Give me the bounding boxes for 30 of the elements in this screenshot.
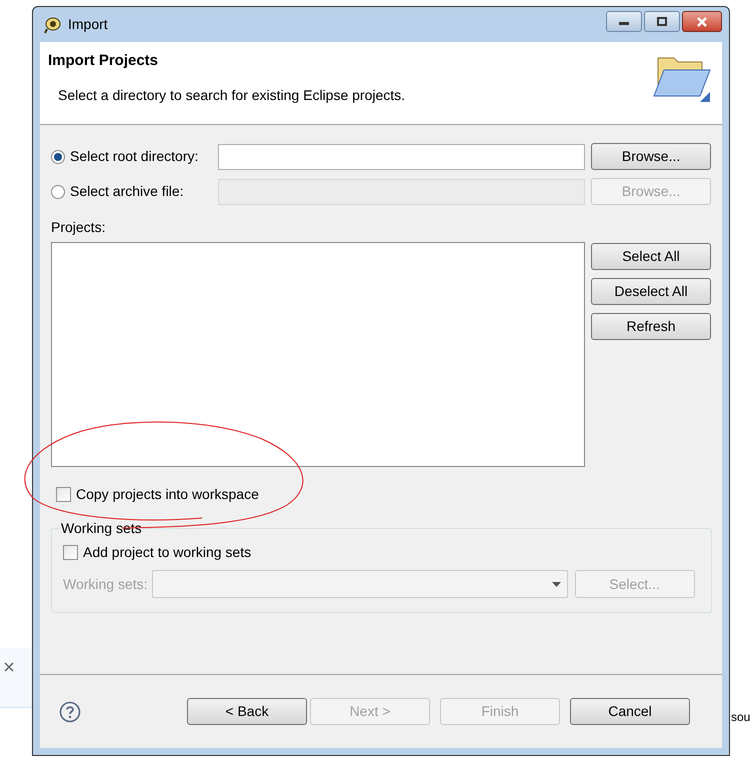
page-title: Import Projects xyxy=(48,51,160,71)
checkbox[interactable] xyxy=(63,545,78,560)
maximize-button[interactable] xyxy=(644,11,680,32)
input-field[interactable] xyxy=(218,144,586,170)
close-icon[interactable] xyxy=(4,662,14,672)
browse-button[interactable]: Browse... xyxy=(591,143,711,170)
checkbox[interactable] xyxy=(56,487,71,502)
field-label: Working sets: xyxy=(63,574,148,594)
dropdown-field[interactable] xyxy=(152,570,568,598)
close-button[interactable] xyxy=(682,11,722,32)
minimize-button[interactable] xyxy=(606,11,642,32)
checkbox-label: Copy projects into workspace xyxy=(76,485,259,504)
radio-button[interactable] xyxy=(51,184,65,198)
list-button[interactable]: Select All xyxy=(591,243,711,270)
radio-label: Select root directory: xyxy=(70,147,200,166)
list-button[interactable]: Refresh xyxy=(591,313,711,340)
help-icon[interactable] xyxy=(59,700,81,722)
wizard-button[interactable]: Cancel xyxy=(570,698,690,725)
close-icon xyxy=(696,16,708,26)
list-button[interactable]: Deselect All xyxy=(591,278,711,305)
dropdown-arrow-icon xyxy=(552,582,561,586)
page-description: Select a directory to search for existing Eclipse projects. xyxy=(58,86,406,105)
background-text: sou xyxy=(731,710,750,725)
checkbox-label: Add project to working sets xyxy=(83,543,252,562)
window-title: Import xyxy=(68,15,108,34)
wizard-button[interactable]: < Back xyxy=(187,698,307,725)
projects-label: Projects: xyxy=(51,218,106,237)
app-icon xyxy=(43,16,63,34)
radio-button[interactable] xyxy=(51,150,65,164)
radio-label: Select archive file: xyxy=(70,182,185,201)
